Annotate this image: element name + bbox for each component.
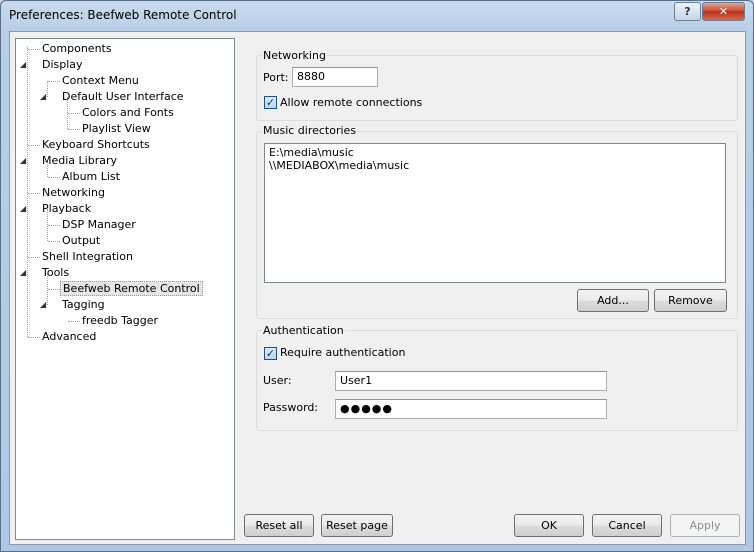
window-title: Preferences: Beefweb Remote Control bbox=[9, 8, 237, 22]
tree-item-default-user-interface[interactable]: ◢ Default User Interface bbox=[40, 89, 186, 105]
tree-item-album-list[interactable]: Album List bbox=[48, 169, 122, 185]
tree-item-label: Components bbox=[42, 42, 112, 55]
tree-item-colors-and-fonts[interactable]: Colors and Fonts bbox=[68, 105, 176, 121]
tree-item-label: Default User Interface bbox=[62, 90, 184, 103]
expanded-arrow-icon[interactable]: ◢ bbox=[40, 297, 46, 313]
tree-item-label: Tools bbox=[42, 266, 70, 279]
music-directories-group-title: Music directories bbox=[262, 124, 358, 137]
require-authentication-label: Require authentication bbox=[280, 346, 406, 359]
tree-item-media-library[interactable]: ◢ Media Library bbox=[20, 153, 119, 169]
tree-item-output[interactable]: Output bbox=[48, 233, 102, 249]
expanded-arrow-icon[interactable]: ◢ bbox=[20, 57, 26, 73]
preferences-tree[interactable]: Components ◢ Display Context Menu ◢ Defaul… bbox=[15, 38, 235, 540]
networking-group-title: Networking bbox=[262, 49, 327, 62]
expanded-arrow-icon[interactable]: ◢ bbox=[20, 265, 26, 281]
cancel-button[interactable]: Cancel bbox=[592, 514, 662, 537]
port-label: Port: bbox=[263, 71, 289, 84]
tree-item-playlist-view[interactable]: Playlist View bbox=[68, 121, 153, 137]
tree-item-context-menu[interactable]: Context Menu bbox=[48, 73, 141, 89]
tree-item-label: Advanced bbox=[42, 330, 97, 343]
tree-item-playback[interactable]: ◢ Playback bbox=[20, 201, 93, 217]
remove-directory-button[interactable]: Remove bbox=[654, 289, 727, 312]
apply-button[interactable]: Apply bbox=[670, 514, 740, 537]
tree-item-label: Media Library bbox=[42, 154, 117, 167]
require-authentication-checkbox[interactable]: ✓ bbox=[264, 347, 277, 360]
tree-item-label: Album List bbox=[62, 170, 120, 183]
dialog-client-area: Components ◢ Display Context Menu ◢ Defaul… bbox=[9, 31, 746, 545]
tree-item-tagging[interactable]: ◢ Tagging bbox=[40, 297, 107, 313]
add-directory-button[interactable]: Add... bbox=[577, 289, 649, 312]
networking-group bbox=[256, 55, 738, 121]
password-label: Password: bbox=[263, 401, 319, 414]
tree-item-label: Beefweb Remote Control bbox=[60, 281, 203, 296]
tree-item-advanced[interactable]: Advanced bbox=[28, 329, 98, 345]
authentication-group-title: Authentication bbox=[262, 324, 345, 337]
tree-item-label: Context Menu bbox=[62, 74, 139, 87]
expanded-arrow-icon[interactable]: ◢ bbox=[20, 153, 26, 169]
preferences-window: Preferences: Beefweb Remote Control ? ✕ … bbox=[0, 0, 754, 552]
tree-item-label: Display bbox=[42, 58, 83, 71]
tree-item-label: DSP Manager bbox=[62, 218, 136, 231]
tree-item-label: Playlist View bbox=[82, 122, 151, 135]
tree-item-label: Networking bbox=[42, 186, 105, 199]
tree-item-keyboard-shortcuts[interactable]: Keyboard Shortcuts bbox=[28, 137, 152, 153]
tree-item-beefweb-remote-control[interactable]: Beefweb Remote Control bbox=[48, 281, 203, 297]
title-bar[interactable]: Preferences: Beefweb Remote Control ? ✕ bbox=[1, 1, 753, 31]
tree-item-label: Output bbox=[62, 234, 101, 247]
expanded-arrow-icon[interactable]: ◢ bbox=[40, 89, 46, 105]
list-item[interactable]: E:\media\music bbox=[269, 146, 721, 159]
password-input[interactable]: ●●●●● bbox=[335, 399, 607, 419]
allow-remote-label: Allow remote connections bbox=[280, 96, 423, 109]
help-button[interactable]: ? bbox=[674, 2, 701, 21]
ok-button[interactable]: OK bbox=[514, 514, 584, 537]
user-label: User: bbox=[263, 374, 292, 387]
tree-item-tools[interactable]: ◢ Tools bbox=[20, 265, 71, 281]
user-input[interactable]: User1 bbox=[335, 371, 607, 391]
tree-item-freedb-tagger[interactable]: freedb Tagger bbox=[68, 313, 160, 329]
tree-item-networking[interactable]: Networking bbox=[28, 185, 107, 201]
allow-remote-checkbox[interactable]: ✓ bbox=[264, 96, 277, 109]
close-button[interactable]: ✕ bbox=[702, 2, 745, 21]
tree-item-label: Keyboard Shortcuts bbox=[42, 138, 150, 151]
tree-item-label: freedb Tagger bbox=[82, 314, 159, 327]
reset-page-button[interactable]: Reset page bbox=[321, 514, 393, 537]
expanded-arrow-icon[interactable]: ◢ bbox=[20, 201, 26, 217]
tree-item-dsp-manager[interactable]: DSP Manager bbox=[48, 217, 138, 233]
music-directories-list[interactable]: E:\media\music \\MEDIABOX\media\music bbox=[264, 143, 726, 283]
tree-item-label: Shell Integration bbox=[42, 250, 133, 263]
port-input[interactable]: 8880 bbox=[292, 67, 378, 87]
tree-item-components[interactable]: Components bbox=[28, 41, 114, 57]
reset-all-button[interactable]: Reset all bbox=[244, 514, 314, 537]
tree-item-label: Tagging bbox=[62, 298, 105, 311]
tree-item-display[interactable]: ◢ Display bbox=[20, 57, 85, 73]
tree-item-shell-integration[interactable]: Shell Integration bbox=[28, 249, 135, 265]
tree-item-label: Colors and Fonts bbox=[82, 106, 174, 119]
list-item[interactable]: \\MEDIABOX\media\music bbox=[269, 159, 721, 172]
tree-item-label: Playback bbox=[42, 202, 92, 215]
